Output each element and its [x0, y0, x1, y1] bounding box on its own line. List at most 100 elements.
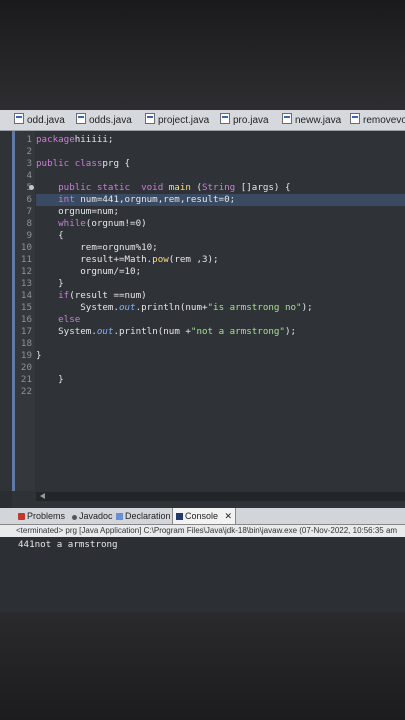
code-line: 17 System.out.println(num +"not a armstr…	[0, 326, 405, 338]
close-icon[interactable]: ✕	[225, 511, 233, 521]
javadoc-icon	[72, 515, 77, 520]
tab-project-java[interactable]: project.java	[145, 113, 209, 129]
code-token: public class	[36, 158, 103, 169]
code-line: 9 {	[0, 230, 405, 242]
code-token: public static void	[36, 182, 164, 193]
tab-odd-java[interactable]: odd.java	[14, 113, 65, 129]
code-token: []args) {	[235, 182, 291, 193]
code-token: out	[96, 326, 114, 337]
code-token: out	[118, 302, 136, 313]
scroll-left-icon[interactable]	[40, 493, 45, 499]
line-number: 18	[20, 338, 32, 349]
eclipse-window: odd.java odds.java project.java pro.java…	[0, 110, 405, 612]
code-line: 7 orgnum=num;	[0, 206, 405, 218]
code-line: 10 rem=orgnum%10;	[0, 242, 405, 254]
code-token: if	[36, 290, 70, 301]
code-text: public static void main (String []args) …	[36, 182, 291, 194]
line-number: 21	[20, 374, 32, 385]
code-line: 19}	[0, 350, 405, 362]
tab-pro-java[interactable]: pro.java	[220, 113, 269, 129]
code-token: (	[190, 182, 202, 193]
code-token: System.	[36, 326, 97, 337]
tab-javadoc[interactable]: Javadoc	[72, 508, 113, 524]
code-token: hiiiii;	[74, 134, 114, 145]
line-number: 6	[26, 194, 32, 205]
line-number: 10	[20, 242, 32, 253]
code-line: 4	[0, 170, 405, 182]
line-number: 13	[20, 278, 32, 289]
line-number: 1	[26, 134, 32, 145]
editor-tab-bar: odd.java odds.java project.java pro.java…	[0, 110, 405, 131]
code-token: orgnum/=10;	[36, 266, 142, 277]
code-text: result+=Math.pow(rem ,3);	[36, 254, 219, 266]
code-token: (result ==num)	[69, 290, 147, 301]
code-line: 1 packagehiiiii;	[0, 134, 405, 146]
line-number: 16	[20, 314, 32, 325]
code-token: main	[163, 182, 191, 193]
code-text: System.out.println(num +"not a armstrong…	[36, 326, 296, 338]
code-token: orgnum=num;	[36, 206, 119, 217]
tab-declaration[interactable]: Declaration	[116, 508, 171, 524]
code-line: 16 else	[0, 314, 405, 326]
code-editor[interactable]: 1 packagehiiiii; 23 public classprg {45 pub…	[0, 131, 405, 491]
java-file-icon	[14, 113, 24, 124]
code-token: .println(num+	[135, 302, 208, 313]
code-line: 12 orgnum/=10;	[0, 266, 405, 278]
java-file-icon	[145, 113, 155, 124]
line-number: 22	[20, 386, 32, 397]
code-token: (orgnum!=0)	[85, 218, 147, 229]
code-text: }	[36, 278, 64, 290]
code-text: if(result ==num)	[36, 290, 147, 302]
line-number: 7	[26, 206, 32, 217]
code-text: else	[36, 314, 80, 326]
line-number: 11	[20, 254, 32, 265]
code-token: while	[36, 218, 86, 229]
code-token: "is armstrong no"	[207, 302, 302, 313]
code-text: while(orgnum!=0)	[36, 218, 147, 230]
code-token: package	[36, 134, 75, 145]
background-bottom	[0, 612, 405, 720]
code-line: 15 System.out.println(num+"is armstrong …	[0, 302, 405, 314]
code-token: }	[36, 278, 64, 289]
java-file-icon	[76, 113, 86, 124]
background-top	[0, 0, 405, 110]
code-token: result+=Math.	[36, 254, 153, 265]
tab-problems[interactable]: Problems	[18, 508, 65, 524]
panel-tab-bar: Problems Javadoc Declaration Console ✕	[0, 508, 405, 525]
bottom-panel: Problems Javadoc Declaration Console ✕ <…	[0, 508, 405, 612]
code-line: 21 }	[0, 374, 405, 386]
line-number: 8	[26, 218, 32, 229]
code-text: orgnum=num;	[36, 206, 119, 218]
line-number: 2	[26, 146, 32, 157]
tab-odds-java[interactable]: odds.java	[76, 113, 132, 129]
code-token: "not a armstrong"	[190, 326, 285, 337]
problems-icon	[18, 513, 25, 520]
tab-neww-java[interactable]: neww.java	[282, 113, 341, 129]
line-number: 14	[20, 290, 32, 301]
horizontal-scrollbar[interactable]	[36, 492, 405, 501]
code-token: (rem ,3);	[168, 254, 219, 265]
code-line: 20	[0, 362, 405, 374]
declaration-icon	[116, 513, 123, 520]
code-token: );	[284, 326, 297, 337]
java-file-icon	[350, 113, 360, 124]
code-text: packagehiiiii;	[36, 134, 113, 146]
console-launch-info: <terminated> prg [Java Application] C:\P…	[0, 525, 405, 537]
line-number: 20	[20, 362, 32, 373]
console-output[interactable]: 441not a armstrong	[18, 539, 118, 550]
code-token: {	[36, 230, 64, 241]
code-line: 8 while(orgnum!=0)	[0, 218, 405, 230]
code-text: }	[36, 350, 42, 362]
line-number: 9	[26, 230, 32, 241]
fold-marker-icon[interactable]	[29, 185, 34, 190]
code-line: 22	[0, 386, 405, 398]
code-line: 5 public static void main (String []args…	[0, 182, 405, 194]
java-file-icon	[220, 113, 230, 124]
code-token: }	[36, 350, 42, 361]
code-text: System.out.println(num+"is armstrong no"…	[36, 302, 312, 314]
code-token: int	[36, 194, 75, 205]
code-text: orgnum/=10;	[36, 266, 141, 278]
tab-console[interactable]: Console ✕	[172, 508, 237, 524]
code-line: 6 int num=441,orgnum,rem,result=0;	[0, 194, 405, 206]
tab-removevow[interactable]: removevow	[350, 113, 405, 129]
